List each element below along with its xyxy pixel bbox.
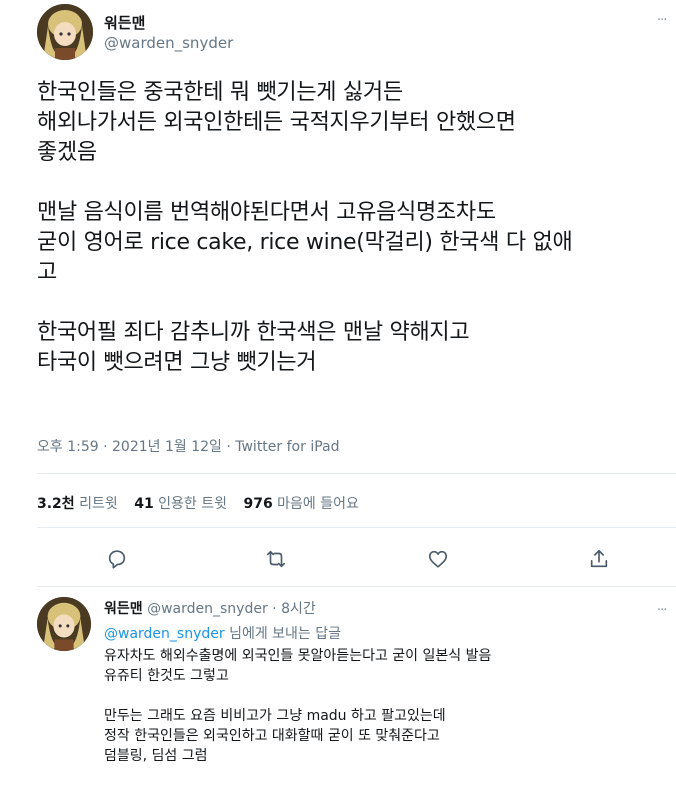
reply-line: 정작 한국인들은 외국인하고 대화할때 굳이 또 맞춰준다고 <box>104 728 440 744</box>
reply-author-avatar[interactable] <box>37 597 91 651</box>
tweet-paragraph: 맨날 음식이름 번역해야된다면서 고유음식명조차도 굳이 영어로 rice ca… <box>37 198 667 288</box>
tweet-line: 한국인들은 중국한테 뭐 뺏기는게 싫거든 <box>37 80 403 105</box>
tweet-actions <box>0 544 676 574</box>
reply-paragraph: 유자차도 해외수출명에 외국인들 못알아듣는다고 굳이 일본식 발음 유쥬티 한… <box>104 646 664 686</box>
tweet-line: 좋겠음 <box>37 140 97 165</box>
reply-line: 만두는 그래도 요즘 비비고가 그냥 madu 하고 팔고있는데 <box>104 708 446 724</box>
reply-line: 유자차도 해외수출명에 외국인들 못알아듣는다고 굳이 일본식 발음 <box>104 648 492 664</box>
author-handle[interactable]: @warden_snyder <box>104 34 233 52</box>
author-avatar[interactable] <box>37 4 93 60</box>
tweet-line: 고 <box>37 260 57 285</box>
tweet-line: 굳이 영어로 rice cake, rice wine(막걸리) 한국색 다 없… <box>37 230 573 255</box>
retweet-icon <box>266 550 286 568</box>
reply-mention-link[interactable]: @warden_snyder <box>104 626 225 642</box>
retweets-count[interactable]: 3.2천 <box>37 496 75 512</box>
likes-label[interactable]: 마음에 들어요 <box>277 496 359 512</box>
reply-time[interactable]: · 8시간 <box>272 601 316 617</box>
quotes-count[interactable]: 41 <box>134 496 153 512</box>
tweet-line: 해외나가서든 외국인한테든 국적지우기부터 안했으면 <box>37 110 516 135</box>
tweet-line: 한국어필 죄다 감추니까 한국색은 맨날 약해지고 <box>37 320 470 345</box>
tweet-line: 타국이 뺏으려면 그냥 뺏기는거 <box>37 350 317 375</box>
tweet-paragraph: 한국인들은 중국한테 뭐 뺏기는게 싫거든 해외나가서든 외국인한테든 국적지우… <box>37 78 667 168</box>
avatar-image <box>37 597 91 651</box>
more-options-icon[interactable]: ··· <box>657 14 667 27</box>
reply-header: 워든맨 @warden_snyder · 8시간 <box>104 598 316 618</box>
reply-line: 유쥬티 한것도 그렇고 <box>104 668 229 684</box>
likes-count[interactable]: 976 <box>243 496 272 512</box>
retweet-button[interactable] <box>261 544 291 574</box>
reply-to-label: 님에게 보내는 답글 <box>229 626 342 642</box>
reply-author-handle[interactable]: @warden_snyder <box>147 601 268 617</box>
tweet-text: 한국인들은 중국한테 뭐 뺏기는게 싫거든 해외나가서든 외국인한테든 국적지우… <box>37 78 667 408</box>
tweet-stats: 3.2천 리트윗 41 인용한 트윗 976 마음에 들어요 <box>37 493 371 513</box>
reply-icon <box>108 550 126 569</box>
author-name[interactable]: 워든맨 <box>104 12 145 33</box>
reply-text: 유자차도 해외수출명에 외국인들 못알아듣는다고 굳이 일본식 발음 유쥬티 한… <box>104 646 664 786</box>
like-button[interactable] <box>423 544 453 574</box>
more-options-icon[interactable]: ··· <box>657 604 667 617</box>
tweet-line: 맨날 음식이름 번역해야된다면서 고유음식명조차도 <box>37 200 496 225</box>
quotes-label[interactable]: 인용한 트윗 <box>158 496 227 512</box>
share-icon <box>590 549 608 568</box>
heart-icon <box>428 550 448 568</box>
replying-to: @warden_snyder 님에게 보내는 답글 <box>104 623 341 643</box>
divider <box>37 527 676 528</box>
divider <box>37 586 676 587</box>
reply-line: 덤블링, 딤섬 그럼 <box>104 748 208 764</box>
divider <box>37 473 676 474</box>
reply-author-name[interactable]: 워든맨 <box>104 601 143 617</box>
tweet-timestamp[interactable]: 오후 1:59 · 2021년 1월 12일 · Twitter for iPa… <box>37 436 339 456</box>
reply-button[interactable] <box>102 544 132 574</box>
tweet-paragraph: 한국어필 죄다 감추니까 한국색은 맨날 약해지고 타국이 뺏으려면 그냥 뺏기… <box>37 318 667 378</box>
reply-paragraph: 만두는 그래도 요즘 비비고가 그냥 madu 하고 팔고있는데 정작 한국인들… <box>104 706 664 766</box>
share-button[interactable] <box>584 544 614 574</box>
avatar-image <box>37 4 93 60</box>
retweets-label[interactable]: 리트윗 <box>79 496 118 512</box>
